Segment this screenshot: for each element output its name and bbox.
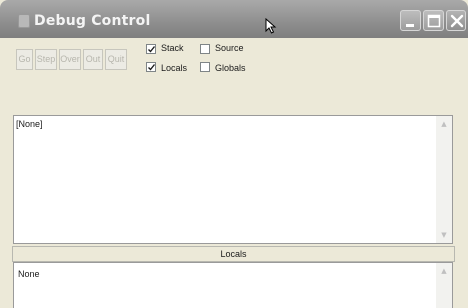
minimize-button[interactable]: [400, 10, 421, 31]
app-icon: [18, 14, 30, 28]
debug-toolbar: Go Step Over Out Quit Stack Source Local…: [10, 43, 460, 114]
window-title: Debug Control: [34, 13, 151, 29]
stack-list-item[interactable]: [None]: [16, 119, 43, 129]
stack-list[interactable]: [None] ▲ ▼: [13, 115, 453, 244]
quit-button[interactable]: Quit: [105, 49, 127, 70]
source-checkbox-label: Source: [215, 43, 244, 53]
close-icon: [450, 14, 464, 28]
scroll-up-icon[interactable]: ▲: [436, 116, 452, 132]
locals-header: Locals: [12, 246, 455, 262]
stack-scrollbar[interactable]: ▲ ▼: [436, 116, 452, 243]
go-button[interactable]: Go: [16, 49, 33, 70]
minimize-icon: [406, 24, 414, 27]
title-bar[interactable]: Debug Control: [0, 0, 468, 38]
stack-checkbox-label: Stack: [161, 43, 184, 53]
globals-checkbox[interactable]: [200, 62, 210, 72]
scroll-up-icon[interactable]: ▲: [436, 263, 452, 279]
locals-scrollbar[interactable]: ▲: [436, 263, 452, 308]
scroll-down-icon[interactable]: ▼: [436, 227, 452, 243]
source-checkbox[interactable]: [200, 44, 210, 54]
checkmark-icon: [148, 64, 156, 71]
step-button[interactable]: Step: [35, 49, 57, 70]
debug-control-window: Debug Control Go Step Over Out Quit Stac…: [0, 0, 468, 308]
stack-checkbox[interactable]: [146, 44, 156, 54]
close-button[interactable]: [446, 10, 466, 31]
globals-checkbox-label: Globals: [215, 63, 246, 73]
maximize-icon: [427, 14, 441, 28]
locals-checkbox-label: Locals: [161, 63, 188, 73]
locals-list[interactable]: None ▲: [13, 262, 453, 308]
mouse-cursor-icon: [265, 17, 277, 34]
locals-list-item[interactable]: None: [18, 269, 40, 279]
maximize-button[interactable]: [423, 10, 444, 31]
over-button[interactable]: Over: [59, 49, 81, 70]
checkmark-icon: [148, 46, 156, 53]
locals-checkbox[interactable]: [146, 62, 156, 72]
out-button[interactable]: Out: [83, 49, 103, 70]
